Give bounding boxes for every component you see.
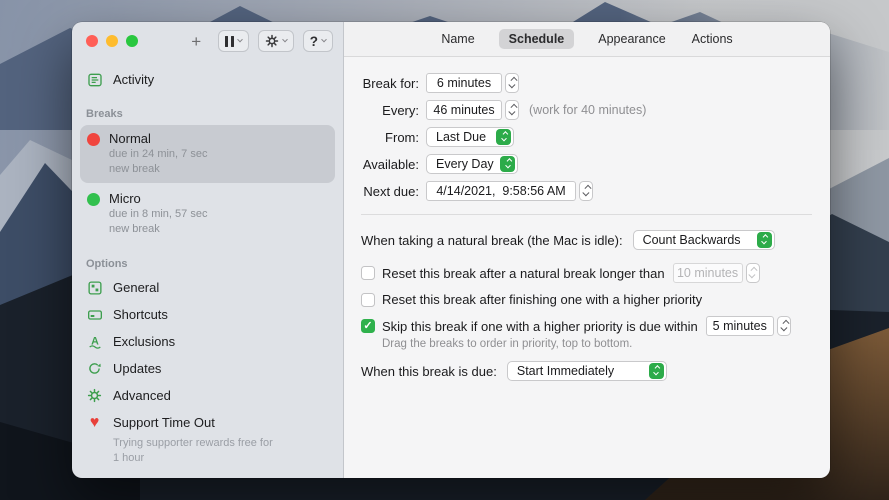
detail-panel: Name Schedule Appearance Actions Break f…: [344, 22, 830, 478]
toolbar: + ?: [183, 30, 333, 52]
break-for-stepper[interactable]: [505, 73, 519, 93]
activity-icon: [86, 71, 103, 88]
available-popup[interactable]: Every Day: [426, 154, 518, 174]
sidebar-item-label: Support Time Out: [113, 415, 215, 430]
checkmark-icon: ✓: [363, 321, 372, 332]
break-for-label: Break for:: [361, 76, 419, 91]
schedule-form: Break for: 6 minutes Every: 46 minutes (…: [344, 57, 830, 390]
work-note: (work for 40 minutes): [529, 103, 646, 117]
sidebar-item-shortcuts[interactable]: Shortcuts: [72, 301, 343, 328]
shortcuts-icon: [86, 306, 103, 323]
divider: [361, 214, 812, 215]
tab-bar: Name Schedule Appearance Actions: [344, 22, 830, 57]
from-label: From:: [361, 130, 419, 145]
sidebar-item-general[interactable]: General: [72, 274, 343, 301]
support-subtitle: Trying supporter rewards free for 1 hour: [72, 436, 287, 472]
updates-icon: [86, 360, 103, 377]
available-label: Available:: [361, 157, 419, 172]
tab-appearance[interactable]: Appearance: [596, 29, 667, 49]
advanced-gear-icon: [86, 387, 103, 404]
break-due: due in 8 min, 57 sec: [109, 207, 207, 221]
skip-break-checkbox[interactable]: ✓: [361, 319, 375, 333]
reset-natural-checkbox[interactable]: [361, 266, 375, 280]
close-window-button[interactable]: [86, 35, 98, 47]
skip-break-field[interactable]: 5 minutes: [706, 316, 774, 336]
break-due-popup[interactable]: Start Immediately: [507, 361, 667, 381]
zoom-window-button[interactable]: [126, 35, 138, 47]
sidebar-item-label: Advanced: [113, 388, 171, 403]
reset-finish-checkbox[interactable]: [361, 293, 375, 307]
sidebar-item-activity[interactable]: Activity: [72, 66, 343, 93]
every-field[interactable]: 46 minutes: [426, 100, 502, 120]
sidebar-item-label: Updates: [113, 361, 161, 376]
from-popup-value: Last Due: [436, 130, 486, 144]
chevron-down-icon: [237, 37, 243, 43]
section-label-breaks: Breaks: [72, 93, 343, 124]
reset-finish-label[interactable]: Reset this break after finishing one wit…: [382, 292, 702, 307]
popup-arrows-icon: [496, 129, 511, 145]
sidebar-item-label: General: [113, 280, 159, 295]
skip-break-stepper[interactable]: [777, 316, 791, 336]
reset-natural-field: 10 minutes: [673, 263, 743, 283]
break-item-normal[interactable]: Normal due in 24 min, 7 sec new break: [80, 125, 335, 183]
window-controls: [86, 35, 138, 47]
chevron-down-icon: [282, 37, 288, 43]
break-kind: new break: [109, 162, 207, 176]
pause-icon: [225, 36, 234, 47]
popup-arrows-icon: [500, 156, 515, 172]
break-for-field[interactable]: 6 minutes: [426, 73, 502, 93]
popup-arrows-icon: [757, 232, 772, 248]
minimize-window-button[interactable]: [106, 35, 118, 47]
settings-menu-button[interactable]: [258, 30, 294, 52]
titlebar: + ?: [72, 22, 343, 60]
help-menu-button[interactable]: ?: [303, 30, 333, 52]
chevron-down-icon: [321, 37, 327, 43]
sidebar-item-label: Shortcuts: [113, 307, 168, 322]
heart-icon: ♥: [86, 414, 103, 431]
add-break-button[interactable]: +: [183, 30, 209, 52]
tab-schedule[interactable]: Schedule: [499, 29, 575, 49]
sidebar-item-support[interactable]: ♥ Support Time Out: [72, 409, 343, 436]
sidebar-item-exclusions[interactable]: A Exclusions: [72, 328, 343, 355]
sidebar-item-label: Activity: [113, 72, 154, 87]
natural-break-popup-value: Count Backwards: [643, 233, 741, 247]
question-icon: ?: [310, 34, 318, 49]
next-due-field[interactable]: 4/14/2021, 9:58:56 AM: [426, 181, 576, 201]
break-due: due in 24 min, 7 sec: [109, 147, 207, 161]
break-name: Micro: [109, 191, 207, 206]
sidebar: + ?: [72, 22, 344, 478]
reset-natural-label[interactable]: Reset this break after a natural break l…: [382, 266, 665, 281]
next-due-label: Next due:: [361, 184, 419, 199]
natural-break-label: When taking a natural break (the Mac is …: [361, 233, 623, 248]
break-due-popup-value: Start Immediately: [517, 364, 614, 378]
available-popup-value: Every Day: [436, 157, 494, 171]
from-popup[interactable]: Last Due: [426, 127, 514, 147]
break-color-dot: [87, 193, 100, 206]
reset-natural-stepper: [746, 263, 760, 283]
popup-arrows-icon: [649, 363, 664, 379]
section-label-options: Options: [72, 243, 343, 274]
break-color-dot: [87, 133, 100, 146]
tab-name[interactable]: Name: [439, 29, 476, 49]
sidebar-item-updates[interactable]: Updates: [72, 355, 343, 382]
sidebar-item-label: Exclusions: [113, 334, 175, 349]
gear-icon: [265, 34, 279, 48]
break-name: Normal: [109, 131, 207, 146]
break-kind: new break: [109, 222, 207, 236]
every-stepper[interactable]: [505, 100, 519, 120]
skip-break-label[interactable]: Skip this break if one with a higher pri…: [382, 319, 698, 334]
plus-icon: +: [191, 33, 201, 50]
sidebar-item-advanced[interactable]: Advanced: [72, 382, 343, 409]
every-label: Every:: [361, 103, 419, 118]
tab-actions[interactable]: Actions: [690, 29, 735, 49]
exclusions-icon: A: [86, 333, 103, 350]
app-window: + ?: [72, 22, 830, 478]
break-due-label: When this break is due:: [361, 364, 497, 379]
next-due-stepper[interactable]: [579, 181, 593, 201]
natural-break-popup[interactable]: Count Backwards: [633, 230, 775, 250]
general-icon: [86, 279, 103, 296]
pause-menu-button[interactable]: [218, 30, 249, 52]
break-item-micro[interactable]: Micro due in 8 min, 57 sec new break: [80, 185, 335, 243]
drag-note: Drag the breaks to order in priority, to…: [382, 338, 812, 350]
